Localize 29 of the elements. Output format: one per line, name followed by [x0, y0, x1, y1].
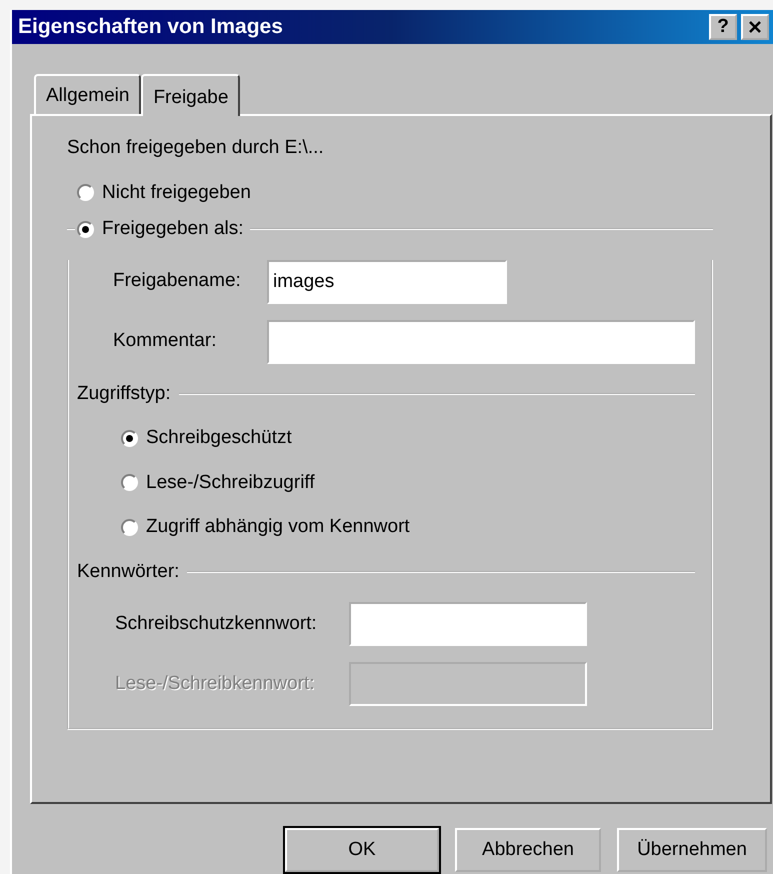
close-icon	[748, 20, 762, 34]
radio-button[interactable]	[121, 430, 138, 447]
field-label: Freigabename:	[113, 269, 242, 294]
radio-button[interactable]	[121, 474, 138, 492]
input-field[interactable]	[267, 320, 695, 364]
window-title: Eigenschaften von Images	[18, 14, 283, 40]
tab[interactable]: Freigabe	[141, 74, 240, 116]
close-button[interactable]	[741, 14, 769, 40]
section-heading: Zugriffstyp:	[77, 382, 171, 406]
dialog-button[interactable]: Abbrechen	[455, 828, 601, 872]
field-label: Kommentar:	[113, 329, 218, 354]
radio-button[interactable]	[121, 518, 138, 536]
radio-label: Freigegeben als:	[102, 217, 244, 241]
radio-button[interactable]	[77, 184, 94, 202]
input-field[interactable]: images	[267, 260, 507, 304]
field-label: Lese-/Schreibkennwort:	[115, 672, 316, 696]
status-text: Schon freigegeben durch E:\...	[67, 136, 325, 160]
radio-label: Schreibgeschützt	[146, 426, 292, 450]
dialog-button[interactable]: OK	[285, 828, 439, 872]
field-label: Schreibschutzkennwort:	[115, 612, 318, 636]
section-heading: Kennwörter:	[77, 560, 180, 584]
input-field[interactable]	[349, 602, 587, 646]
dialog-button[interactable]: Übernehmen	[617, 828, 767, 872]
radio-label: Zugriff abhängig vom Kennwort	[146, 515, 410, 539]
help-button[interactable]: ?	[709, 14, 737, 40]
radio-button[interactable]	[77, 220, 94, 238]
radio-label: Nicht freigegeben	[102, 180, 251, 204]
tab[interactable]: Allgemein	[34, 74, 142, 114]
radio-label: Lese-/Schreibzugriff	[146, 470, 315, 494]
